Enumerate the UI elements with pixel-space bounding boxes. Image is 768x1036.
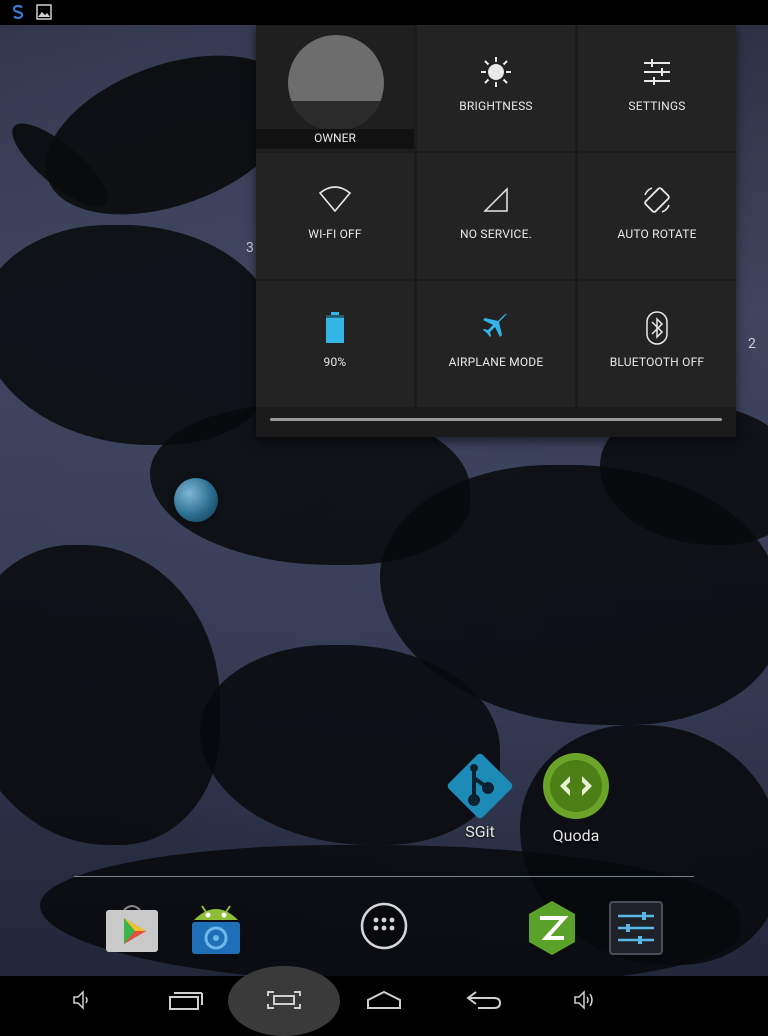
- s-app-icon[interactable]: [10, 4, 26, 20]
- zarchiver-icon[interactable]: [524, 900, 580, 956]
- settings-label: SETTINGS: [628, 99, 686, 113]
- android-app-icon[interactable]: [188, 900, 244, 956]
- settings-app-icon[interactable]: [608, 900, 664, 956]
- app-quoda[interactable]: Quoda: [536, 750, 616, 845]
- settings-sliders-icon: [640, 55, 674, 89]
- back-icon[interactable]: [454, 976, 514, 1024]
- tile-auto-rotate[interactable]: AUTO ROTATE: [578, 153, 736, 279]
- play-store-icon[interactable]: [104, 900, 160, 956]
- recent-apps-icon[interactable]: [154, 976, 214, 1024]
- tile-bluetooth[interactable]: BLUETOOTH OFF: [578, 281, 736, 407]
- dock-divider: [74, 876, 694, 877]
- battery-label: 90%: [323, 355, 347, 369]
- tile-battery[interactable]: 90%: [256, 281, 414, 407]
- brightness-icon: [479, 55, 513, 89]
- brightness-label: BRIGHTNESS: [459, 99, 533, 113]
- home-icon[interactable]: [354, 976, 414, 1024]
- airplane-mode-label: AIRPLANE MODE: [448, 355, 544, 369]
- sgit-icon: [447, 753, 513, 819]
- screenshot-icon[interactable]: [254, 976, 314, 1024]
- auto-rotate-label: AUTO ROTATE: [617, 227, 697, 241]
- quoda-icon: [543, 753, 609, 819]
- volume-down-icon[interactable]: [52, 976, 112, 1024]
- tile-signal[interactable]: NO SERVICE.: [417, 153, 575, 279]
- quick-settings-panel: OWNER BRIGHTNESS SETTINGS WI-FI OFF NO S…: [256, 25, 736, 437]
- app-drawer-icon[interactable]: [356, 898, 412, 954]
- navigation-bar: [0, 966, 768, 1036]
- tile-brightness[interactable]: BRIGHTNESS: [417, 25, 575, 151]
- tile-airplane-mode[interactable]: AIRPLANE MODE: [417, 281, 575, 407]
- bluetooth-label: BLUETOOTH OFF: [609, 355, 705, 369]
- app-label: SGit: [465, 822, 495, 841]
- image-notification-icon[interactable]: [36, 4, 52, 20]
- tile-owner[interactable]: OWNER: [256, 25, 414, 151]
- battery-icon: [325, 311, 345, 345]
- airplane-icon: [479, 311, 513, 345]
- signal-icon: [481, 183, 511, 217]
- globe-icon[interactable]: [174, 478, 218, 522]
- edge-page-number-right: 2: [748, 336, 756, 352]
- app-sgit[interactable]: SGit: [440, 748, 520, 841]
- status-bar: [0, 0, 768, 25]
- app-label: Quoda: [552, 826, 600, 845]
- rotate-icon: [640, 183, 674, 217]
- signal-label: NO SERVICE.: [460, 227, 532, 241]
- volume-up-icon[interactable]: [554, 976, 614, 1024]
- wifi-label: WI-FI OFF: [308, 227, 362, 241]
- wifi-icon: [318, 183, 352, 217]
- edge-page-number-left: 3: [246, 240, 254, 256]
- drag-handle[interactable]: [270, 418, 722, 421]
- owner-label: OWNER: [314, 131, 356, 145]
- tile-settings[interactable]: SETTINGS: [578, 25, 736, 151]
- bluetooth-icon: [645, 311, 669, 345]
- tile-wifi[interactable]: WI-FI OFF: [256, 153, 414, 279]
- avatar: [288, 35, 384, 131]
